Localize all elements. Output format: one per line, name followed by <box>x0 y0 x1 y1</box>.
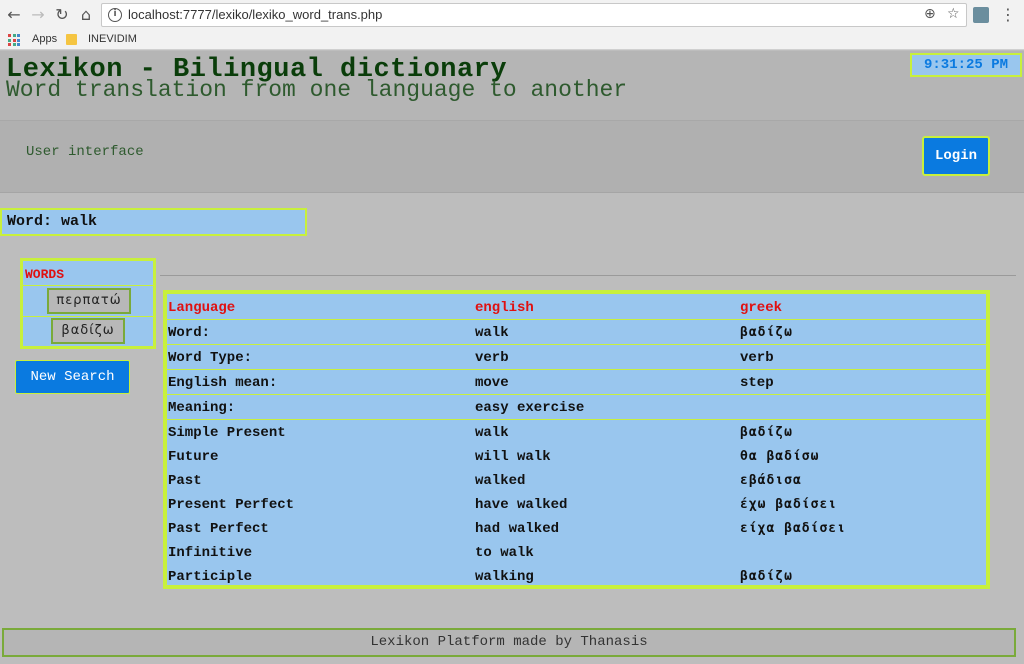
address-url[interactable]: localhost:7777/lexiko/lexiko_word_trans.… <box>128 7 382 22</box>
row-label: Participle <box>168 569 253 585</box>
row-greek: έχω βαδίσει <box>740 497 838 512</box>
row-greek: εβάδισα <box>740 473 802 488</box>
row-label: Meaning: <box>168 400 236 416</box>
row-label: Future <box>168 449 219 465</box>
site-header: Lexikon - Bilingual dictionary Word tran… <box>0 51 1024 121</box>
forward-arrow-icon[interactable]: → <box>28 5 48 25</box>
row-greek: verb <box>740 350 774 366</box>
row-label: Past <box>168 473 202 489</box>
user-interface-label: User interface <box>26 144 144 160</box>
home-icon[interactable]: ⌂ <box>76 5 96 25</box>
browser-menu-icon[interactable]: ⋮ <box>1000 5 1016 24</box>
table-row: Meaning: easy exercise <box>167 396 986 420</box>
login-button[interactable]: Login <box>922 136 990 176</box>
row-label: Word Type: <box>168 350 253 366</box>
table-header-row: Language english greek <box>167 296 986 320</box>
reload-icon[interactable]: ↻ <box>52 5 72 25</box>
words-separator <box>23 316 153 317</box>
table-row: Simple Present walk βαδίζω <box>167 421 986 445</box>
row-greek: βαδίζω <box>740 569 793 584</box>
word-option-button[interactable]: περπατώ <box>47 288 131 314</box>
back-arrow-icon[interactable]: ← <box>4 5 24 25</box>
bookmark-apps[interactable]: Apps <box>32 33 57 45</box>
row-label: Word: <box>168 325 211 341</box>
table-row: Infinitive to walk <box>167 541 986 565</box>
row-english: to walk <box>475 545 534 561</box>
bookmark-star-icon[interactable]: ☆ <box>947 6 960 22</box>
divider <box>160 275 1016 276</box>
bookmarks-bar: Apps INEVIDIM <box>0 30 1024 50</box>
row-label: Simple Present <box>168 425 286 441</box>
info-icon[interactable]: i <box>108 8 122 22</box>
row-greek: βαδίζω <box>740 325 793 340</box>
row-english: verb <box>475 350 509 366</box>
table-row: English mean: move step <box>167 371 986 395</box>
site-subtitle: Word translation from one language to an… <box>6 77 628 103</box>
row-english: will walk <box>475 449 551 465</box>
extension-icon[interactable] <box>973 7 989 23</box>
table-row: Participle walking βαδίζω <box>167 565 986 589</box>
translation-table: Language english greek Word: walk βαδίζω… <box>163 290 990 589</box>
row-english: move <box>475 375 509 391</box>
row-greek: είχα βαδίσει <box>740 521 846 536</box>
row-label: Present Perfect <box>168 497 295 513</box>
table-row: Word: walk βαδίζω <box>167 321 986 345</box>
user-bar: User interface Login <box>0 121 1024 193</box>
header-greek: greek <box>740 300 783 316</box>
folder-icon <box>66 34 77 45</box>
bookmark-inevidim[interactable]: INEVIDIM <box>88 33 137 45</box>
header-language: Language <box>168 300 236 316</box>
new-search-button[interactable]: New Search <box>15 360 130 394</box>
words-heading: WORDS <box>25 267 65 282</box>
row-greek: βαδίζω <box>740 425 793 440</box>
row-english: walk <box>475 425 509 441</box>
words-panel: WORDS περπατώ βαδίζω <box>20 258 156 349</box>
current-word-label: Word: walk <box>0 208 307 236</box>
row-english: easy exercise <box>475 400 585 416</box>
row-label: Infinitive <box>168 545 253 561</box>
zoom-icon[interactable]: ⊕ <box>924 6 936 22</box>
words-separator <box>23 285 153 286</box>
row-label: Past Perfect <box>168 521 269 537</box>
row-english: had walked <box>475 521 560 537</box>
row-english: have walked <box>475 497 568 513</box>
clock: 9:31:25 PM <box>910 53 1022 77</box>
address-bar[interactable]: i localhost:7777/lexiko/lexiko_word_tran… <box>101 3 967 27</box>
apps-grid-icon[interactable] <box>8 34 20 46</box>
word-option-button[interactable]: βαδίζω <box>51 318 125 344</box>
row-english: walking <box>475 569 534 585</box>
table-row: Past Perfect had walked είχα βαδίσει <box>167 517 986 541</box>
row-english: walk <box>475 325 509 341</box>
row-greek: θα βαδίσω <box>740 449 820 464</box>
table-row: Past walked εβάδισα <box>167 469 986 493</box>
table-row: Word Type: verb verb <box>167 346 986 370</box>
row-english: walked <box>475 473 526 489</box>
header-english: english <box>475 300 534 316</box>
row-label: English mean: <box>168 375 278 391</box>
table-row: Present Perfect have walked έχω βαδίσει <box>167 493 986 517</box>
table-row: Future will walk θα βαδίσω <box>167 445 986 469</box>
browser-toolbar: ← → ↻ ⌂ i localhost:7777/lexiko/lexiko_w… <box>0 0 1024 30</box>
site-footer: Lexikon Platform made by Thanasis <box>2 628 1016 657</box>
row-greek: step <box>740 375 774 391</box>
